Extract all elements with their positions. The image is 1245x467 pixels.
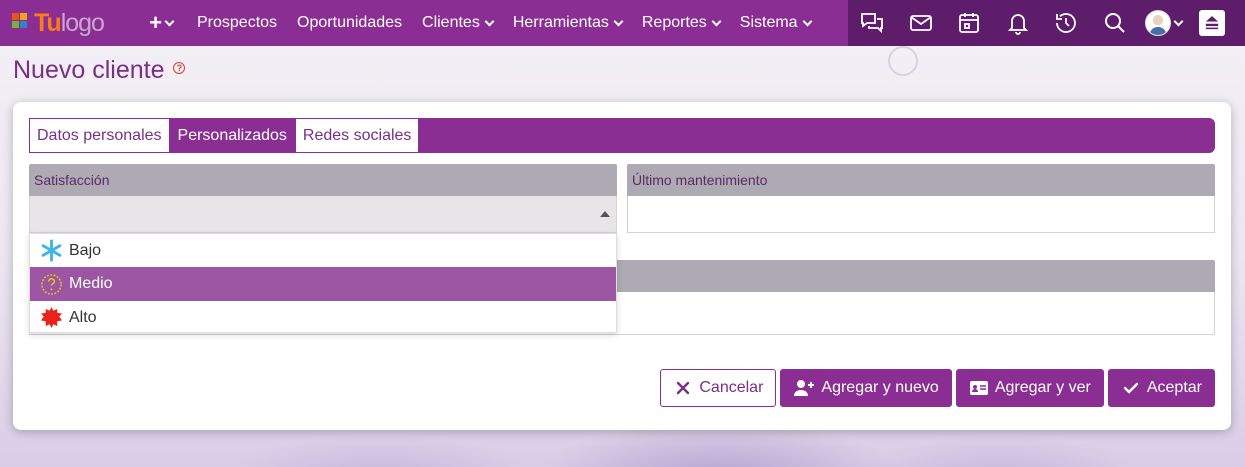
nav-item-label: Reportes [641, 14, 707, 31]
option-label: Bajo [69, 241, 102, 259]
logo-mark-icon [12, 13, 32, 33]
nav-item-label: Sistema [739, 14, 798, 31]
nav-item-herramientas[interactable]: Herramientas [503, 0, 632, 46]
tab-redes-sociales[interactable]: Redes sociales [294, 118, 420, 153]
ultimo-mantenimiento-field: Último mantenimiento [627, 164, 1215, 233]
add-and-new-button[interactable]: Agregar y nuevo [780, 369, 952, 407]
scroll-top-icon [1198, 10, 1225, 36]
tab-label: Datos personales [37, 126, 162, 144]
option-label: Medio [69, 275, 113, 292]
page-title-text: Nuevo cliente [13, 56, 165, 84]
option-label: Alto [69, 308, 97, 326]
caret-up-icon [600, 211, 610, 217]
plus-icon: + [149, 10, 162, 35]
satisfaccion-dropdown: Bajo Medio Alto [29, 233, 617, 333]
chevron-down-icon [711, 16, 722, 26]
add-user-icon [794, 380, 815, 396]
option-alto[interactable]: Alto [30, 301, 616, 334]
ultimo-mantenimiento-input[interactable] [627, 196, 1215, 233]
burst-icon [40, 306, 63, 329]
field-label: Último mantenimiento [627, 164, 1215, 196]
quick-add-button[interactable]: + [135, 10, 187, 36]
scroll-top-button[interactable] [1188, 0, 1237, 46]
tab-personalizados[interactable]: Personalizados [169, 118, 295, 153]
option-medio[interactable]: Medio [30, 267, 616, 301]
button-label: Aceptar [1146, 379, 1202, 396]
search-icon[interactable] [1091, 0, 1140, 46]
chevron-down-icon [802, 16, 813, 26]
help-icon[interactable]: ? [173, 62, 186, 74]
snowflake-icon [41, 239, 62, 262]
mail-icon[interactable] [897, 0, 946, 46]
button-label: Agregar y nuevo [821, 379, 939, 396]
logo-tu: Tu [34, 8, 62, 37]
chevron-down-icon [164, 16, 175, 26]
form-card: Datos personales Personalizados Redes so… [13, 102, 1231, 430]
logo-text: logo [60, 8, 105, 37]
accept-button[interactable]: Aceptar [1107, 369, 1215, 407]
check-icon [1123, 382, 1139, 394]
cancel-button[interactable]: Cancelar [660, 369, 777, 407]
satisfaccion-select[interactable] [29, 196, 617, 233]
calendar-icon[interactable] [945, 0, 994, 46]
satisfaccion-field: Satisfacción [29, 164, 617, 233]
page-title: Nuevo cliente ? [13, 56, 186, 85]
id-card-icon [969, 381, 988, 395]
button-label: Agregar y ver [994, 379, 1091, 396]
close-icon [677, 381, 690, 395]
option-bajo[interactable]: Bajo [30, 234, 616, 267]
nav-item-label: Clientes [422, 14, 480, 31]
chevron-down-icon [613, 16, 624, 26]
form-actions: Cancelar Agregar y nuevo Agregar y ver A… [660, 369, 1215, 407]
chevron-down-icon [484, 16, 495, 26]
navbar-tools [848, 0, 1245, 46]
button-label: Cancelar [699, 379, 764, 396]
chevron-down-icon [1173, 16, 1184, 26]
nav-item-sistema[interactable]: Sistema [730, 0, 821, 46]
avatar [1144, 10, 1171, 36]
nav-item-reportes[interactable]: Reportes [632, 0, 730, 46]
history-icon[interactable] [1042, 0, 1091, 46]
field-label: Satisfacción [29, 164, 617, 196]
neutral-face-icon [41, 273, 62, 295]
add-and-view-button[interactable]: Agregar y ver [955, 369, 1104, 407]
background-circle [888, 46, 918, 76]
nav-item-label: Herramientas [512, 14, 609, 31]
nav-item-prospectos[interactable]: Prospectos [187, 0, 287, 46]
nav-item-clientes[interactable]: Clientes [412, 0, 503, 46]
top-navbar: Tu logo + Prospectos Oportunidades Clien… [0, 0, 1245, 46]
tab-label: Personalizados [177, 126, 287, 144]
bell-icon[interactable] [994, 0, 1043, 46]
tab-datos-personales[interactable]: Datos personales [29, 118, 170, 153]
nav-item-label: Prospectos [197, 14, 278, 31]
app-logo[interactable]: Tu logo [0, 0, 135, 46]
chat-icon[interactable] [848, 0, 897, 46]
tab-bar: Datos personales Personalizados Redes so… [29, 118, 1215, 153]
nav-item-oportunidades[interactable]: Oportunidades [287, 0, 412, 46]
tab-label: Redes sociales [302, 126, 412, 144]
nav-item-label: Oportunidades [297, 14, 403, 31]
user-menu[interactable] [1139, 0, 1188, 46]
